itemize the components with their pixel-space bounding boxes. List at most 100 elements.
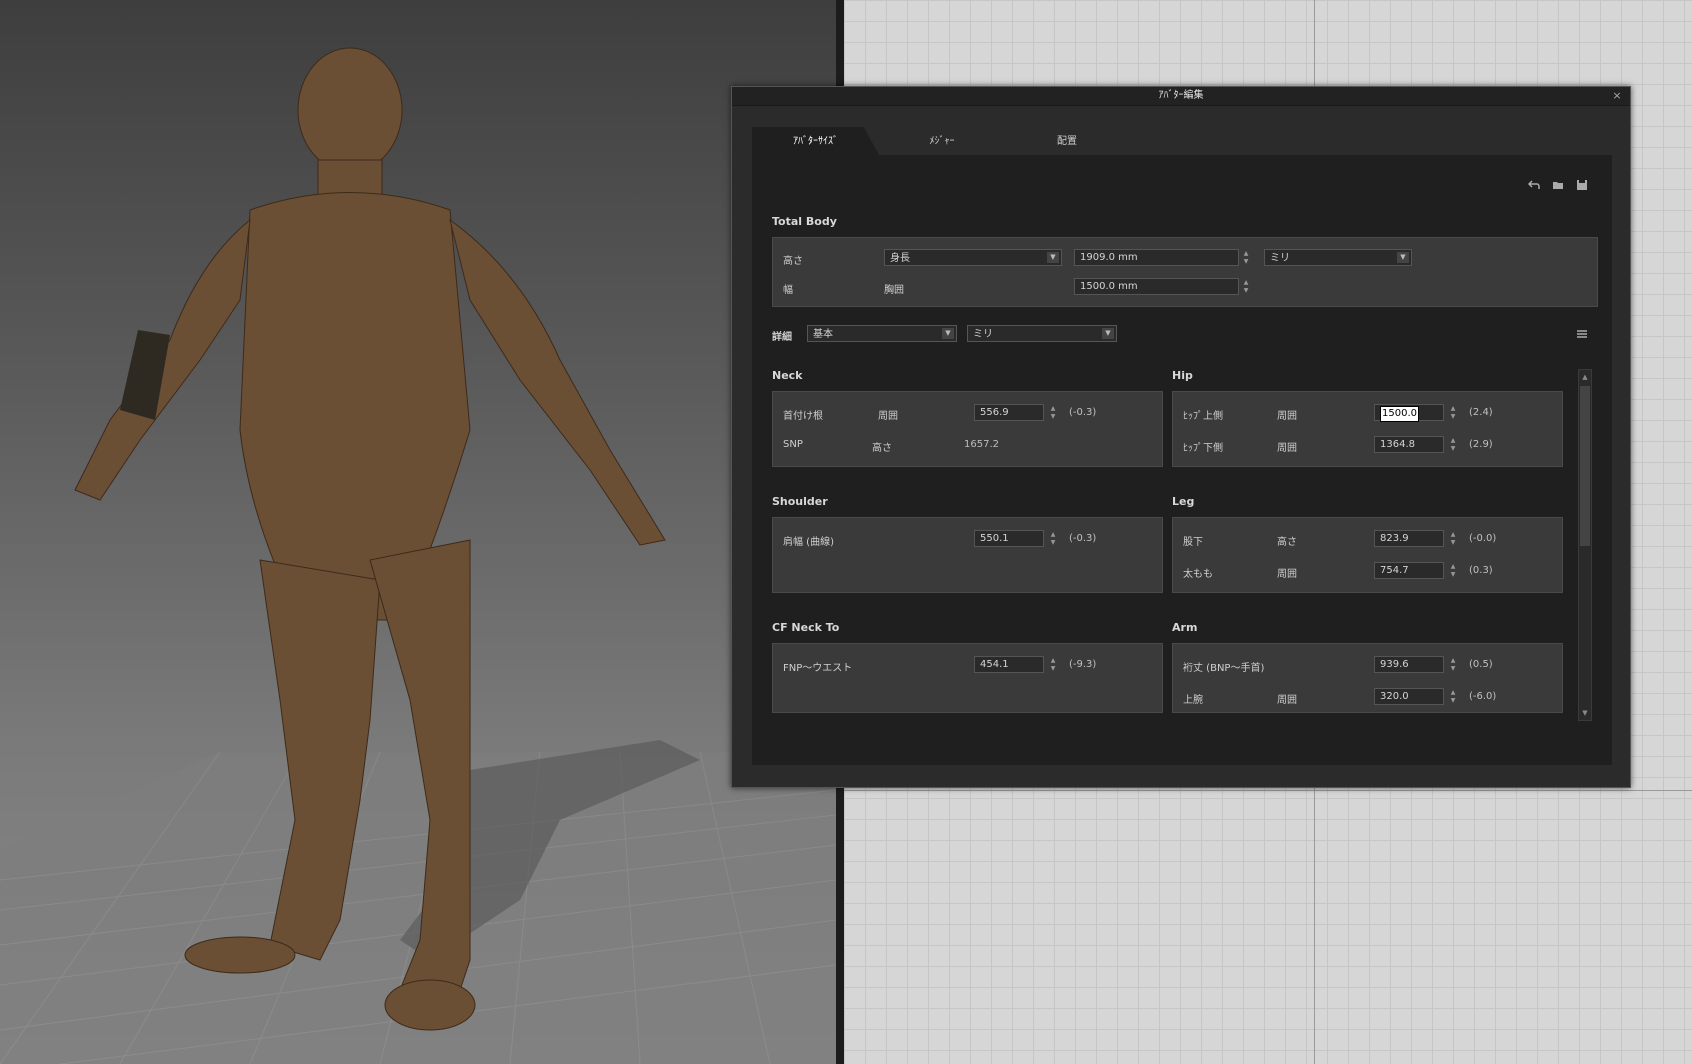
hip-group: ﾋｯﾌﾟ上側 周囲 1500.0 ▲ ▼ (2.4) ﾋｯﾌﾟ下側 周囲 1364… [1172, 391, 1563, 467]
cf-neck-group: FNP～ウエスト 454.1 ▲ ▼ (-9.3) [772, 643, 1163, 713]
arm-group: 裄丈 (BNP～手首) 939.6 ▲ ▼ (0.5) 上腕 周囲 320.0 ▲… [1172, 643, 1563, 713]
3d-scene [0, 47, 836, 1064]
shoulder-row1-delta: (-0.3) [1069, 533, 1097, 544]
leg-row2-name: 太もも [1183, 569, 1213, 580]
spin-arrows-icon[interactable]: ▲ ▼ [1447, 531, 1459, 547]
arm-row1-name: 裄丈 (BNP～手首) [1183, 663, 1265, 674]
width-input[interactable]: 1500.0 mm ▲ ▼ [1074, 278, 1248, 295]
leg-row2-delta: (0.3) [1469, 565, 1493, 576]
tab-bar: ｱﾊﾞﾀｰｻｲｽﾞ ﾒｼﾞｬｰ 配置 [752, 127, 1612, 155]
neck-row1-name: 首付け根 [783, 411, 823, 422]
height-type-value: 身長 [890, 253, 910, 264]
height-unit-value: ミリ [1270, 253, 1290, 264]
arm-row1-value: 939.6 [1380, 659, 1409, 670]
spin-arrows-icon[interactable]: ▲ ▼ [1447, 563, 1459, 579]
neck-title: Neck [772, 369, 803, 382]
tab-avatar-size[interactable]: ｱﾊﾞﾀｰｻｲｽﾞ [752, 127, 879, 155]
leg-row1-value: 823.9 [1380, 533, 1409, 544]
total-body-group: 高さ 身長 ▼ 1909.0 mm ▲ ▼ ミリ ▼ 幅 胸囲 1500.0 mm… [772, 237, 1598, 307]
folder-icon[interactable] [1550, 179, 1566, 193]
cf-neck-row1-name: FNP～ウエスト [783, 663, 853, 674]
spin-arrows-icon[interactable]: ▲ ▼ [1447, 405, 1459, 421]
close-icon[interactable]: × [1610, 87, 1624, 105]
width-type: 胸囲 [884, 285, 904, 296]
arm-row1-input[interactable]: 939.6 ▲ ▼ [1374, 656, 1455, 673]
detail-mode-value: 基本 [813, 329, 833, 340]
cf-neck-row1-input[interactable]: 454.1 ▲ ▼ [974, 656, 1055, 673]
3d-viewport[interactable] [0, 0, 836, 1064]
arm-row2-value: 320.0 [1380, 691, 1409, 702]
arm-row2-delta: (-6.0) [1469, 691, 1497, 702]
leg-row1-type: 高さ [1277, 537, 1297, 548]
neck-group: 首付け根 周囲 556.9 ▲ ▼ (-0.3) SNP 高さ 1657.2 [772, 391, 1163, 467]
arm-row2-type: 周囲 [1277, 695, 1297, 706]
2d-axis-horizontal [844, 790, 1692, 791]
hip-title: Hip [1172, 369, 1193, 382]
chevron-down-icon: ▼ [1397, 252, 1409, 263]
detail-mode-select[interactable]: 基本 ▼ [807, 325, 957, 342]
spin-arrows-icon[interactable]: ▲ ▼ [1240, 279, 1252, 295]
leg-group: 股下 高さ 823.9 ▲ ▼ (-0.0) 太もも 周囲 754.7 ▲ ▼ (0… [1172, 517, 1563, 593]
spin-arrows-icon[interactable]: ▲ ▼ [1240, 250, 1252, 266]
leg-row2-type: 周囲 [1277, 569, 1297, 580]
hip-row1-value: 1500.0 [1380, 406, 1419, 422]
hip-row1-input[interactable]: 1500.0 ▲ ▼ [1374, 404, 1455, 422]
shoulder-row1-value: 550.1 [980, 533, 1009, 544]
spin-arrows-icon[interactable]: ▲ ▼ [1447, 657, 1459, 673]
save-icon[interactable] [1574, 179, 1590, 193]
spin-arrows-icon[interactable]: ▲ ▼ [1447, 437, 1459, 453]
hip-row2-input[interactable]: 1364.8 ▲ ▼ [1374, 436, 1455, 453]
scroll-up-icon[interactable]: ▲ [1579, 370, 1591, 384]
chevron-down-icon: ▼ [1047, 252, 1059, 263]
hip-row1-delta: (2.4) [1469, 407, 1493, 418]
shoulder-row1-name: 肩幅 (曲線) [783, 537, 834, 548]
arm-row2-input[interactable]: 320.0 ▲ ▼ [1374, 688, 1455, 705]
measurements-scrollbar[interactable]: ▲ ▼ [1578, 369, 1592, 721]
leg-row2-value: 754.7 [1380, 565, 1409, 576]
neck-row2-value: 1657.2 [964, 439, 999, 450]
neck-row1-type: 周囲 [878, 411, 898, 422]
shoulder-row1-input[interactable]: 550.1 ▲ ▼ [974, 530, 1055, 547]
hip-row1-type: 周囲 [1277, 411, 1297, 422]
tab-measure[interactable]: ﾒｼﾞｬｰ [892, 127, 992, 155]
height-input[interactable]: 1909.0 mm ▲ ▼ [1074, 249, 1248, 266]
cf-neck-title: CF Neck To [772, 621, 840, 634]
height-value: 1909.0 mm [1080, 252, 1138, 263]
leg-row2-input[interactable]: 754.7 ▲ ▼ [1374, 562, 1455, 579]
leg-row1-delta: (-0.0) [1469, 533, 1497, 544]
scrollbar-thumb[interactable] [1580, 386, 1590, 546]
arm-row2-name: 上腕 [1183, 695, 1203, 706]
cf-neck-row1-delta: (-9.3) [1069, 659, 1097, 670]
list-view-icon[interactable] [1574, 328, 1590, 342]
spin-arrows-icon[interactable]: ▲ ▼ [1047, 405, 1059, 421]
shoulder-title: Shoulder [772, 495, 828, 508]
leg-row1-input[interactable]: 823.9 ▲ ▼ [1374, 530, 1455, 547]
neck-row1-value: 556.9 [980, 407, 1009, 418]
neck-row1-input[interactable]: 556.9 ▲ ▼ [974, 404, 1055, 421]
neck-row2-type: 高さ [872, 443, 892, 454]
chevron-down-icon: ▼ [1102, 328, 1114, 339]
leg-row1-name: 股下 [1183, 537, 1203, 548]
arm-row1-delta: (0.5) [1469, 659, 1493, 670]
spin-arrows-icon[interactable]: ▲ ▼ [1447, 689, 1459, 705]
total-body-title: Total Body [772, 215, 837, 228]
scroll-down-icon[interactable]: ▼ [1579, 706, 1591, 720]
height-type-select[interactable]: 身長 ▼ [884, 249, 1062, 266]
spin-arrows-icon[interactable]: ▲ ▼ [1047, 531, 1059, 547]
spin-arrows-icon[interactable]: ▲ ▼ [1047, 657, 1059, 673]
height-unit-select[interactable]: ミリ ▼ [1264, 249, 1412, 266]
neck-row2-name: SNP [783, 439, 803, 450]
hip-row2-value: 1364.8 [1380, 439, 1415, 450]
hip-row1-name: ﾋｯﾌﾟ上側 [1183, 411, 1223, 422]
hip-row2-name: ﾋｯﾌﾟ下側 [1183, 443, 1223, 454]
height-label: 高さ [783, 256, 803, 267]
chevron-down-icon: ▼ [942, 328, 954, 339]
detail-label: 詳細 [772, 332, 792, 343]
tab-arrangement[interactable]: 配置 [1017, 127, 1117, 155]
width-label: 幅 [783, 285, 793, 296]
detail-unit-select[interactable]: ミリ ▼ [967, 325, 1117, 342]
hip-row2-delta: (2.9) [1469, 439, 1493, 450]
detail-unit-value: ミリ [973, 329, 993, 340]
undo-icon[interactable] [1526, 179, 1542, 193]
dialog-title-bar[interactable]: ｱﾊﾞﾀｰ編集 × [732, 87, 1630, 106]
